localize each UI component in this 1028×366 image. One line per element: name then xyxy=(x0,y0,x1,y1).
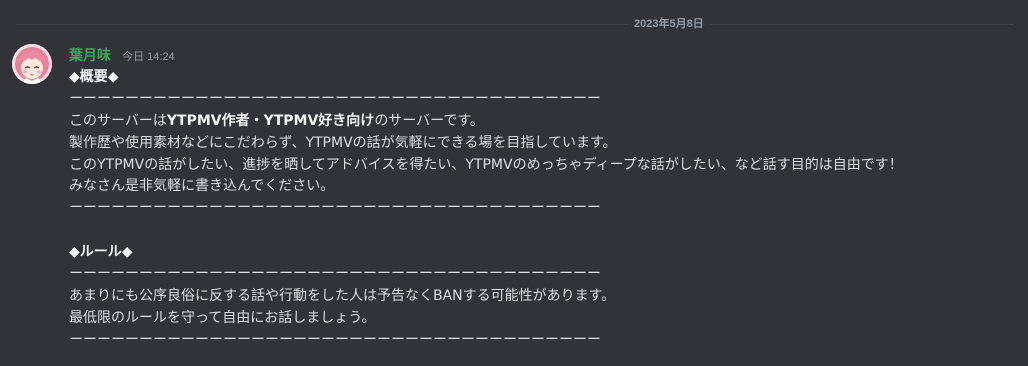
text-span: このサーバーは xyxy=(69,112,167,129)
text-span: のサーバーです。 xyxy=(374,112,484,129)
message-line: 最低限のルールを守って自由にお話しましょう。 xyxy=(69,309,376,326)
section-heading-rules: ◆ルール◆ xyxy=(69,244,133,261)
separator-line: ーーーーーーーーーーーーーーーーーーーーーーーーーーーーーーーーーーーーーー xyxy=(69,331,601,348)
separator-line: ーーーーーーーーーーーーーーーーーーーーーーーーーーーーーーーーーーーーーー xyxy=(69,200,601,217)
separator-line: ーーーーーーーーーーーーーーーーーーーーーーーーーーーーーーーーーーーーーー xyxy=(69,90,601,107)
message-content: ◆概要◆ ーーーーーーーーーーーーーーーーーーーーーーーーーーーーーーーーーーー… xyxy=(69,67,1009,352)
message-line: このサーバーはYTPMV作者・YTPMV好き向けのサーバーです。 xyxy=(69,111,1009,133)
separator-line: ーーーーーーーーーーーーーーーーーーーーーーーーーーーーーーーーーーーーーー xyxy=(69,266,601,283)
author-name[interactable]: 葉月味 xyxy=(69,48,111,64)
message-header: 葉月味 今日 14:24 xyxy=(69,45,175,65)
message-line: 製作歴や使用素材などにこだわらず、YTPMVの話が気軽にできる場を目指しています… xyxy=(69,134,617,151)
message-line: みなさん是非気軽に書き込んでください。 xyxy=(69,178,335,195)
user-avatar-icon[interactable] xyxy=(12,44,52,84)
message-timestamp[interactable]: 今日 14:24 xyxy=(122,51,175,63)
date-divider-line xyxy=(16,24,1014,25)
section-heading-overview: ◆概要◆ xyxy=(69,69,119,85)
message-line: あまりにも公序良俗に反する話や行動をした人は予告なくBANする可能性があります。 xyxy=(69,287,616,304)
bold-text-span: YTPMV作者・YTPMV好き向け xyxy=(166,112,375,129)
date-divider-label: 2023年5月8日 xyxy=(628,17,710,31)
message-line: このYTPMVの話がしたい、進捗を晒してアドバイスを得たい、YTPMVのめっちゃ… xyxy=(69,156,903,173)
